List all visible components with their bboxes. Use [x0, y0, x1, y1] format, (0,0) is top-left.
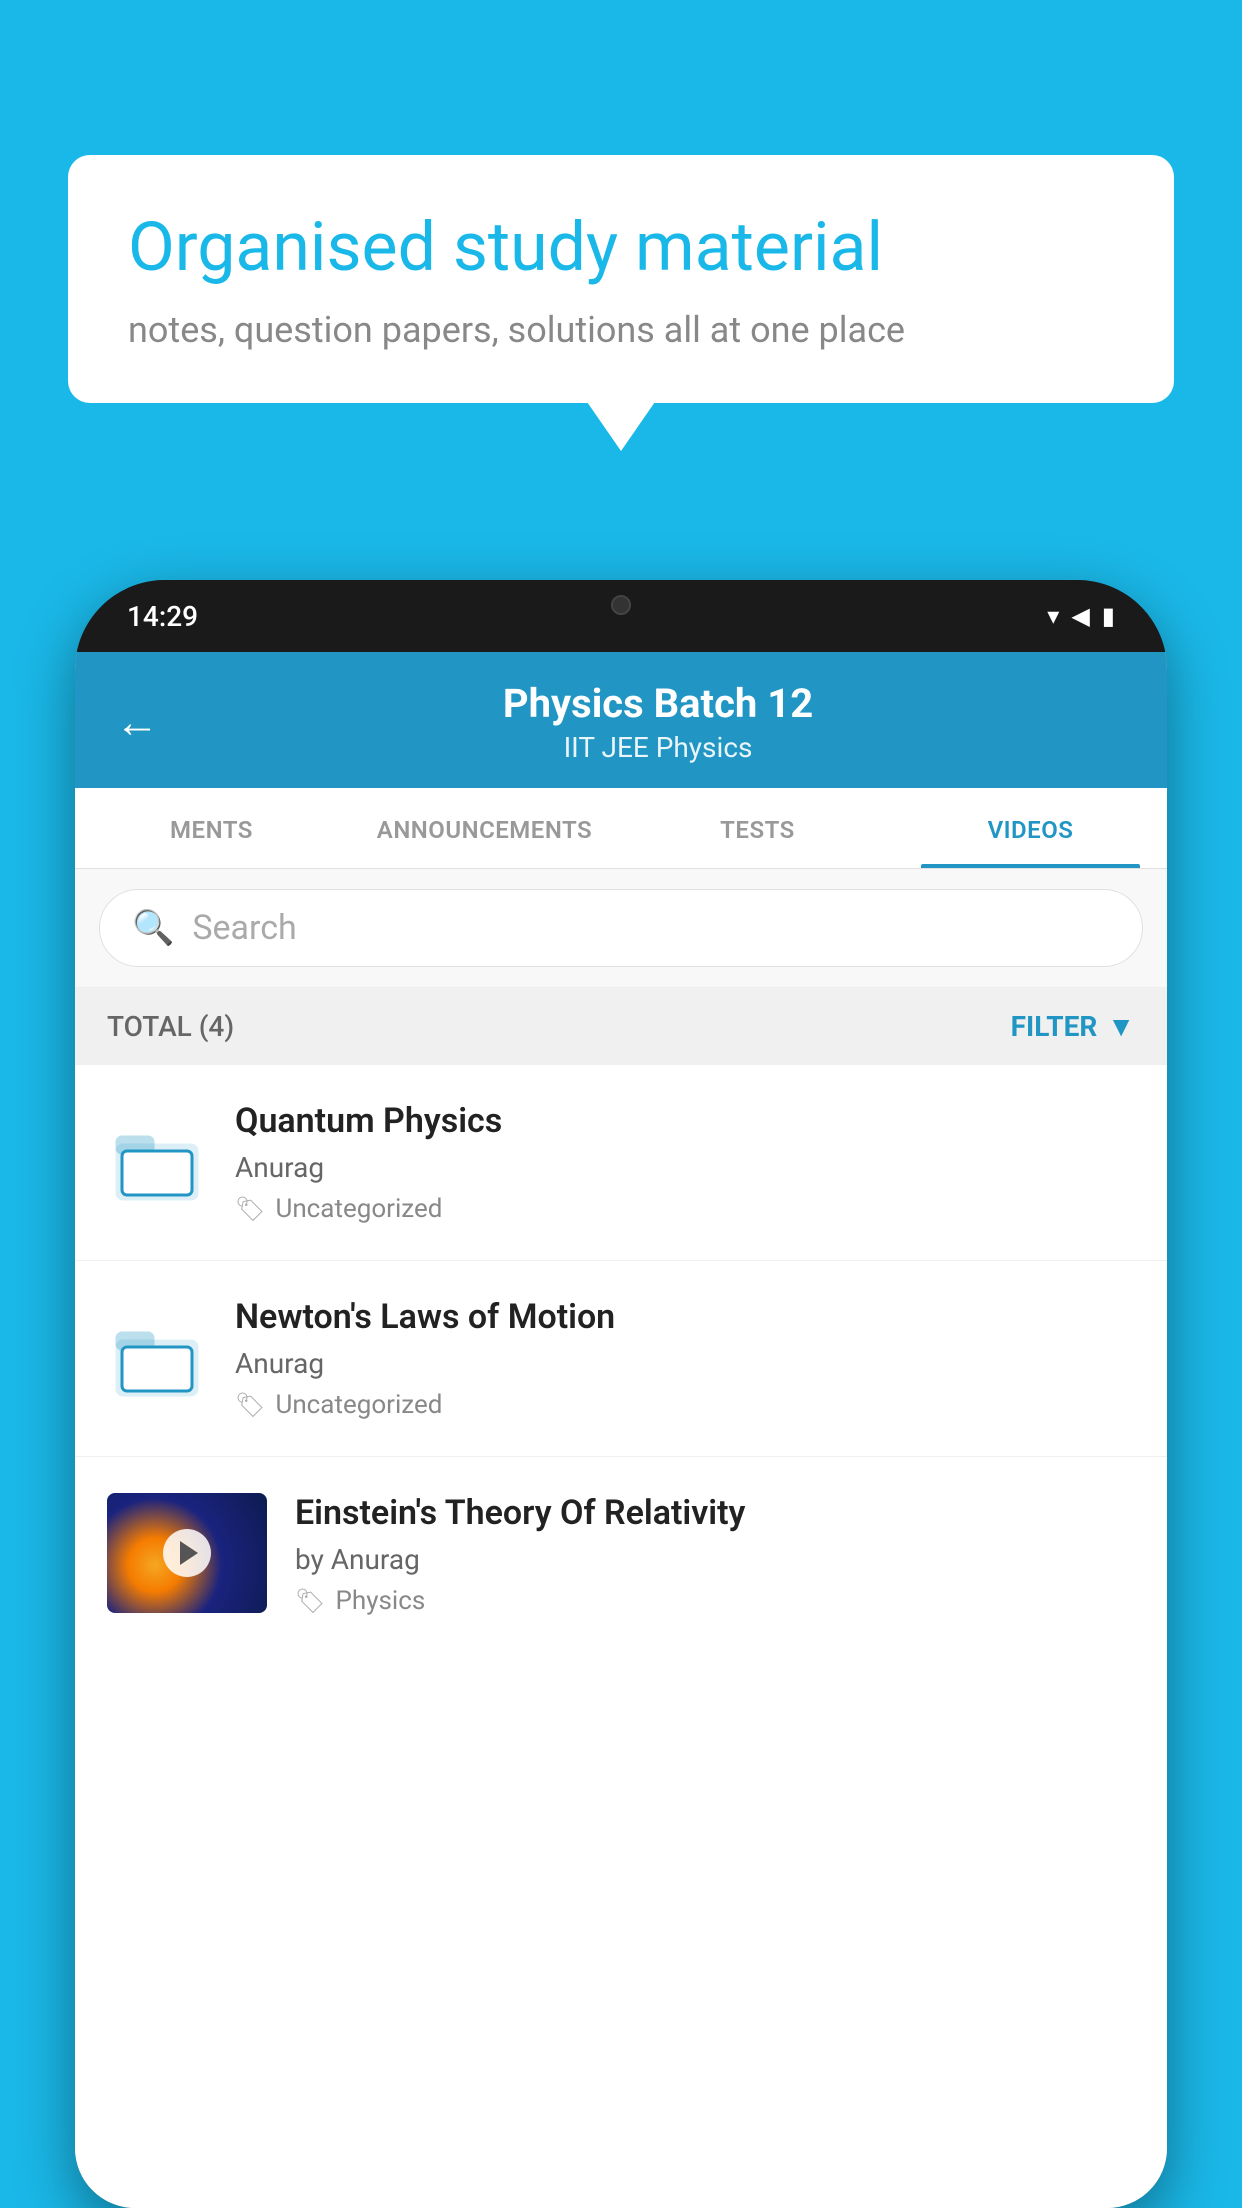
- list-item[interactable]: Newton's Laws of Motion Anurag 🏷 Uncateg…: [75, 1261, 1167, 1457]
- total-count: TOTAL (4): [107, 1010, 234, 1043]
- batch-title: Physics Batch 12: [189, 680, 1127, 727]
- signal-icon: ◀: [1071, 602, 1089, 630]
- tag-label: Physics: [335, 1586, 425, 1616]
- video-title: Newton's Laws of Motion: [235, 1297, 1135, 1337]
- list-item[interactable]: Einstein's Theory Of Relativity by Anura…: [75, 1457, 1167, 1637]
- back-button[interactable]: ←: [115, 696, 159, 748]
- tag-icon: 🏷: [235, 1195, 265, 1223]
- tabs-bar: MENTS ANNOUNCEMENTS TESTS VIDEOS: [75, 788, 1167, 869]
- status-bar: 14:29 ▾ ◀ ▮: [75, 580, 1167, 652]
- play-button[interactable]: [163, 1529, 211, 1577]
- speech-bubble-container: Organised study material notes, question…: [68, 155, 1174, 403]
- video-info: Einstein's Theory Of Relativity by Anura…: [295, 1493, 1135, 1616]
- video-title: Einstein's Theory Of Relativity: [295, 1493, 1135, 1533]
- search-icon: 🔍: [132, 908, 174, 948]
- tab-videos[interactable]: VIDEOS: [894, 788, 1167, 868]
- filter-icon: ▼: [1107, 1010, 1135, 1043]
- play-triangle-icon: [180, 1541, 198, 1565]
- phone-frame: 14:29 ▾ ◀ ▮ ← Physics Batch 12 IIT JEE P…: [75, 580, 1167, 2208]
- bubble-subtitle: notes, question papers, solutions all at…: [128, 309, 1114, 351]
- list-item[interactable]: Quantum Physics Anurag 🏷 Uncategorized: [75, 1065, 1167, 1261]
- search-input[interactable]: Search: [192, 908, 296, 948]
- tab-ments[interactable]: MENTS: [75, 788, 348, 868]
- wifi-icon: ▾: [1047, 602, 1059, 630]
- filter-bar: TOTAL (4) FILTER ▼: [75, 988, 1167, 1065]
- tag-icon: 🏷: [235, 1391, 265, 1419]
- video-author: by Anurag: [295, 1543, 1135, 1576]
- video-thumbnail: [107, 1493, 267, 1613]
- speech-bubble: Organised study material notes, question…: [68, 155, 1174, 403]
- folder-icon: [107, 1118, 207, 1208]
- video-author: Anurag: [235, 1347, 1135, 1380]
- folder-svg: [112, 1319, 202, 1399]
- video-tag: 🏷 Uncategorized: [235, 1390, 1135, 1420]
- clock: 14:29: [127, 600, 198, 633]
- video-author: Anurag: [235, 1151, 1135, 1184]
- header-title-group: Physics Batch 12 IIT JEE Physics: [189, 680, 1127, 764]
- phone-notch: [561, 580, 681, 630]
- folder-svg: [112, 1123, 202, 1203]
- video-info: Quantum Physics Anurag 🏷 Uncategorized: [235, 1101, 1135, 1224]
- batch-subtitle: IIT JEE Physics: [189, 731, 1127, 764]
- tab-announcements[interactable]: ANNOUNCEMENTS: [348, 788, 621, 868]
- camera: [611, 595, 631, 615]
- search-bar[interactable]: 🔍 Search: [99, 889, 1143, 967]
- app-screen: ← Physics Batch 12 IIT JEE Physics MENTS…: [75, 652, 1167, 2208]
- search-bar-wrapper: 🔍 Search: [75, 869, 1167, 988]
- folder-icon: [107, 1314, 207, 1404]
- bubble-title: Organised study material: [128, 207, 1114, 289]
- filter-button[interactable]: FILTER ▼: [1011, 1010, 1135, 1043]
- filter-label: FILTER: [1011, 1010, 1098, 1043]
- video-tag: 🏷 Uncategorized: [235, 1194, 1135, 1224]
- app-header: ← Physics Batch 12 IIT JEE Physics: [75, 652, 1167, 788]
- tab-tests[interactable]: TESTS: [621, 788, 894, 868]
- tag-icon: 🏷: [295, 1587, 325, 1615]
- video-list: Quantum Physics Anurag 🏷 Uncategorized: [75, 1065, 1167, 2208]
- video-title: Quantum Physics: [235, 1101, 1135, 1141]
- video-tag: 🏷 Physics: [295, 1586, 1135, 1616]
- video-info: Newton's Laws of Motion Anurag 🏷 Uncateg…: [235, 1297, 1135, 1420]
- status-icons: ▾ ◀ ▮: [1047, 602, 1115, 630]
- tag-label: Uncategorized: [275, 1390, 442, 1420]
- battery-icon: ▮: [1102, 602, 1115, 630]
- tag-label: Uncategorized: [275, 1194, 442, 1224]
